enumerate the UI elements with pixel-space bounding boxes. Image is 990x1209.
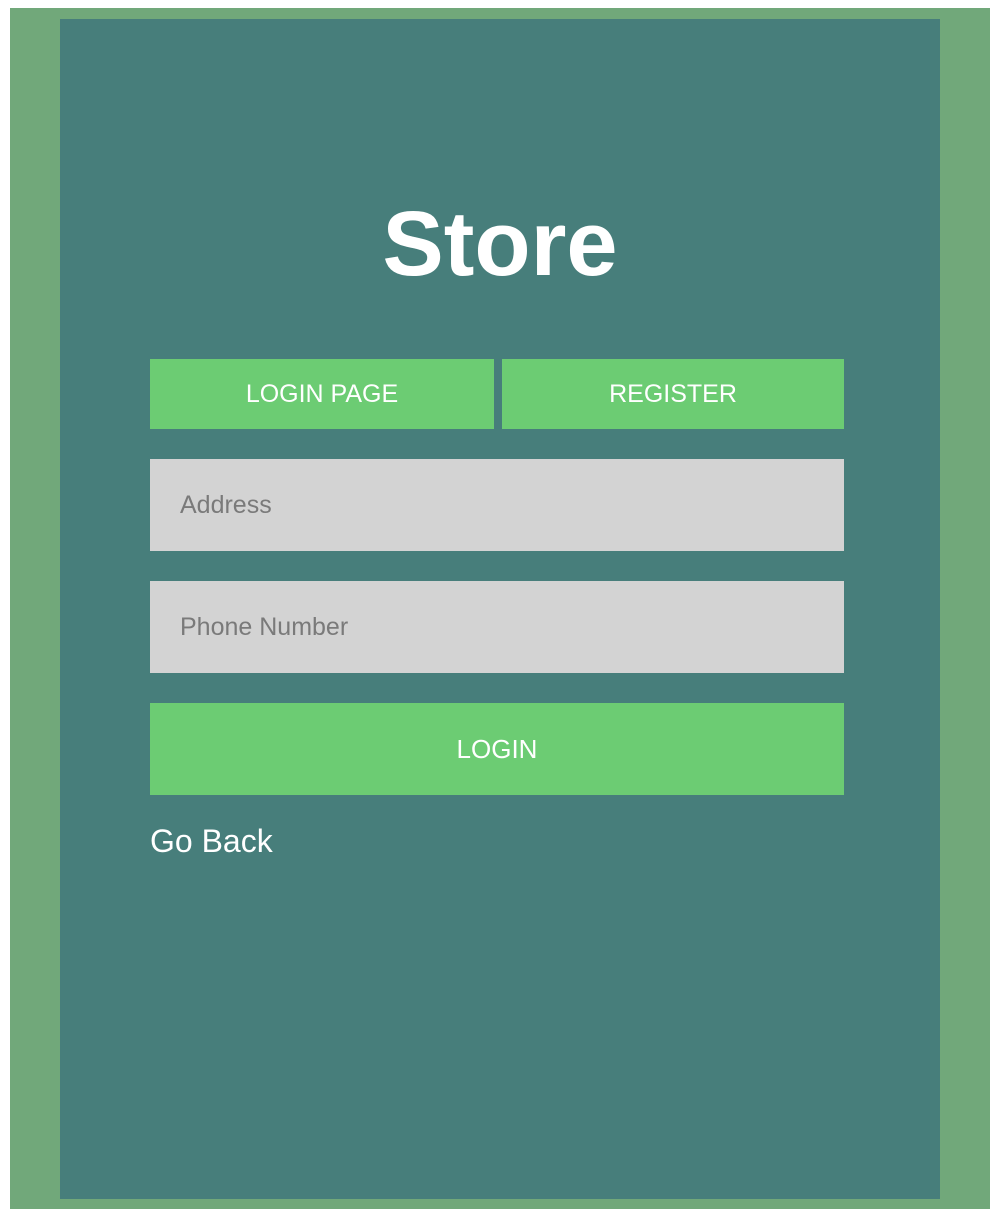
go-back-link[interactable]: Go Back: [150, 819, 273, 863]
phone-number-input[interactable]: [150, 581, 844, 673]
tab-register[interactable]: REGISTER: [502, 359, 844, 429]
page-background: Store LOGIN PAGE REGISTER LOGIN Go Back: [10, 8, 990, 1209]
login-panel: Store LOGIN PAGE REGISTER LOGIN Go Back: [60, 19, 940, 1199]
tab-login-page[interactable]: LOGIN PAGE: [150, 359, 494, 429]
address-input[interactable]: [150, 459, 844, 551]
login-button[interactable]: LOGIN: [150, 703, 844, 795]
page-title: Store: [382, 193, 618, 295]
